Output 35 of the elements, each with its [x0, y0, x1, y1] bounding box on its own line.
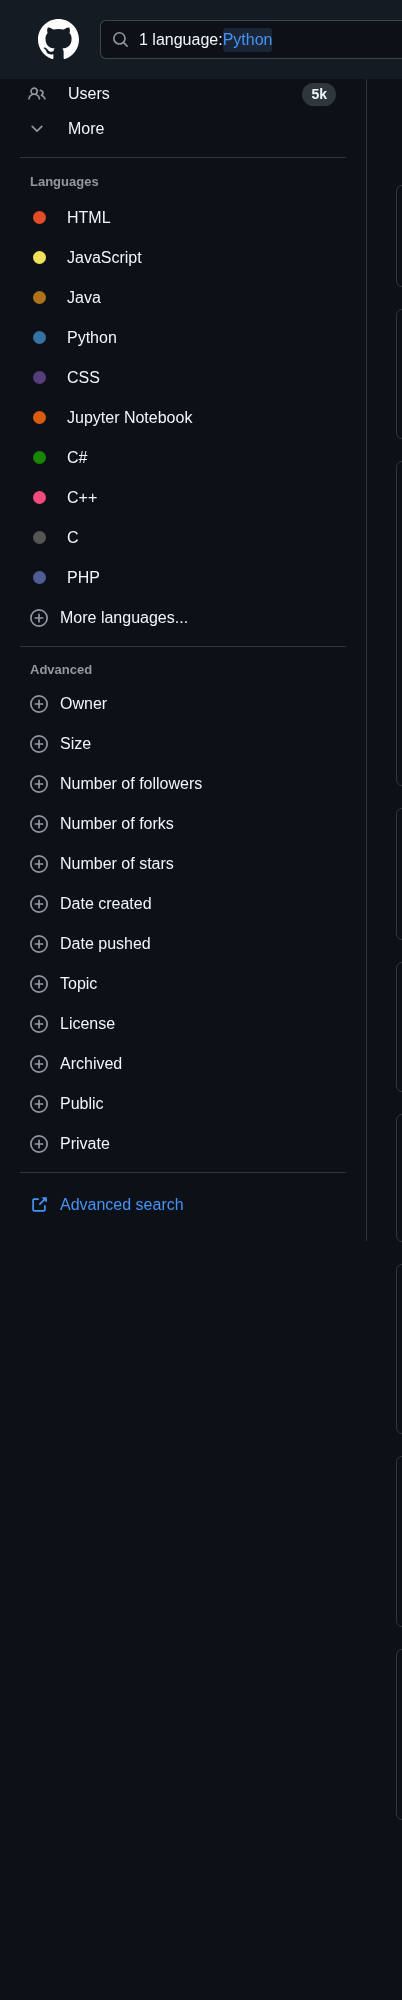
- external-link-icon: [30, 1196, 48, 1214]
- advanced-search-link[interactable]: Advanced search: [20, 1183, 346, 1227]
- language-filter[interactable]: C#: [20, 437, 346, 478]
- search-query: 1 language:Python: [139, 27, 273, 52]
- language-filter[interactable]: Jupyter Notebook: [20, 397, 346, 438]
- count-badge: 5k: [302, 82, 336, 106]
- language-filter[interactable]: HTML: [20, 197, 346, 238]
- advanced-filter[interactable]: Private: [20, 1124, 346, 1164]
- filter-item[interactable]: More: [20, 109, 346, 149]
- section-heading: Languages: [29, 173, 100, 191]
- advanced-filter[interactable]: Number of followers: [20, 764, 346, 804]
- advanced-filter[interactable]: Number of forks: [20, 804, 346, 844]
- advanced-filter[interactable]: Date pushed: [20, 924, 346, 964]
- language-filter[interactable]: PHP: [20, 557, 346, 598]
- advanced-filter[interactable]: Archived: [20, 1044, 346, 1084]
- search-icon: [112, 31, 129, 48]
- advanced-filter[interactable]: Public: [20, 1084, 346, 1124]
- language-filter[interactable]: Python: [20, 317, 346, 358]
- advanced-filter[interactable]: Size: [20, 724, 346, 764]
- language-filter[interactable]: C: [20, 517, 346, 558]
- search-field[interactable]: 1 language:Python: [100, 20, 402, 59]
- filter-item[interactable]: Users 5k: [20, 79, 346, 109]
- advanced-filter[interactable]: Number of stars: [20, 844, 346, 884]
- advanced-filter[interactable]: License: [20, 1004, 346, 1044]
- advanced-filter[interactable]: Owner: [20, 684, 346, 724]
- section-heading: Advanced: [29, 660, 94, 679]
- language-filter[interactable]: Java: [20, 277, 346, 318]
- advanced-filter[interactable]: Topic: [20, 964, 346, 1004]
- language-filter[interactable]: CSS: [20, 357, 346, 398]
- advanced-filter[interactable]: Date created: [20, 884, 346, 924]
- language-filter[interactable]: JavaScript: [20, 237, 346, 278]
- more-languages-button[interactable]: More languages...: [20, 597, 346, 638]
- people-icon: [28, 85, 46, 103]
- language-filter[interactable]: C++: [20, 477, 346, 518]
- github-logo-icon[interactable]: [38, 19, 79, 60]
